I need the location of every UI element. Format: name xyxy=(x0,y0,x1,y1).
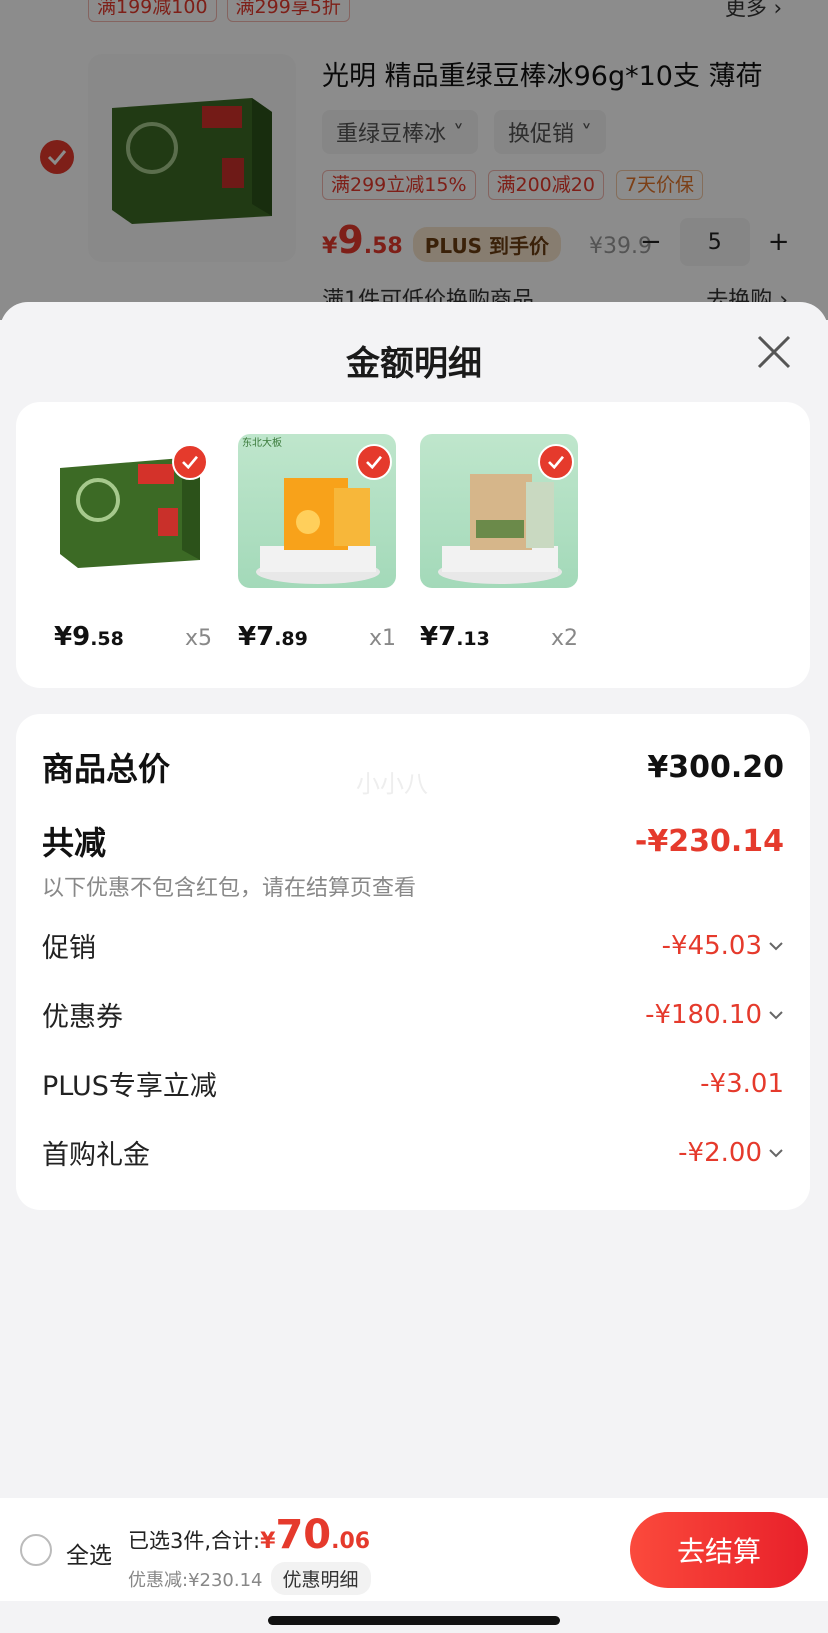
price-int: ¥9 xyxy=(54,622,91,652)
discount-row-plus: PLUS专享立减 -¥3.01 xyxy=(42,1064,784,1103)
discount-row-first-purchase[interactable]: 首购礼金 -¥2.00 xyxy=(42,1133,784,1172)
sheet-title: 金额明细 xyxy=(346,344,482,384)
product-price: ¥9.58 xyxy=(54,622,124,652)
total-int: 70 xyxy=(275,1512,332,1558)
discount-total-text: 优惠减:¥230.14 xyxy=(128,1569,263,1591)
product-item[interactable]: ¥7.13 x2 xyxy=(420,434,578,652)
total-discount-row: 共减 -¥230.14 xyxy=(42,818,784,864)
total-price-value: ¥300.20 xyxy=(647,749,784,785)
discount-label: PLUS专享立减 xyxy=(42,1071,217,1102)
product-item[interactable]: 东北大板 ¥7.89 x1 xyxy=(238,434,396,652)
discount-label: 首购礼金 xyxy=(42,1140,150,1171)
price-dec: .89 xyxy=(274,628,308,650)
total-price-label: 商品总价 xyxy=(42,750,171,788)
price-dec: .58 xyxy=(90,628,124,650)
check-icon xyxy=(182,455,199,469)
discount-value: -¥45.03 xyxy=(661,930,762,961)
checkout-bar: 全选 已选3件,合计: ¥ 70 .06 优惠减:¥230.14 优惠明细 去结… xyxy=(0,1498,828,1601)
discount-detail-button[interactable]: 优惠明细 xyxy=(270,1562,371,1595)
select-all-label[interactable]: 全选 xyxy=(66,1536,112,1570)
discount-row-coupon[interactable]: 优惠券 -¥180.10 xyxy=(42,995,784,1034)
selected-check xyxy=(538,444,574,480)
home-indicator[interactable] xyxy=(268,1616,560,1625)
chevron-down-icon[interactable] xyxy=(768,941,784,951)
price-int: ¥7 xyxy=(420,622,457,652)
modal-overlay[interactable] xyxy=(0,0,828,320)
discount-value: -¥3.01 xyxy=(700,1068,784,1099)
discount-value: -¥180.10 xyxy=(645,999,762,1030)
discount-value: -¥2.00 xyxy=(678,1137,762,1168)
product-item[interactable]: ¥9.58 x5 xyxy=(54,434,212,652)
discount-note: 以下优惠不包含红包，请在结算页查看 xyxy=(42,876,417,901)
select-all-checkbox[interactable] xyxy=(20,1534,52,1566)
selected-products-card: ¥9.58 x5 东北大板 ¥7.89 x1 ¥7.13 x2 xyxy=(16,402,810,688)
discount-summary: 优惠减:¥230.14 优惠明细 xyxy=(128,1562,371,1595)
svg-text:东北大板: 东北大板 xyxy=(242,436,282,449)
checkout-button[interactable]: 去结算 xyxy=(630,1512,808,1588)
selected-check xyxy=(172,444,208,480)
check-icon xyxy=(366,455,383,469)
total-dec: .06 xyxy=(331,1529,371,1554)
discount-label: 优惠券 xyxy=(42,1002,123,1033)
price-dec: .13 xyxy=(456,628,490,650)
total-summary: 已选3件,合计: ¥ 70 .06 xyxy=(128,1512,370,1558)
product-qty: x2 xyxy=(550,626,578,651)
product-qty: x1 xyxy=(368,626,396,651)
selected-count-text: 已选3件,合计: xyxy=(128,1529,261,1553)
price-int: ¥7 xyxy=(238,622,275,652)
discount-label: 促销 xyxy=(42,933,96,964)
product-thumbnail: 东北大板 xyxy=(238,434,396,588)
total-price-row: 商品总价 ¥300.20 xyxy=(42,744,784,790)
check-icon xyxy=(548,455,565,469)
chevron-down-icon[interactable] xyxy=(768,1148,784,1158)
close-icon[interactable] xyxy=(754,332,794,372)
price-summary-card: 小小八 商品总价 ¥300.20 共减 -¥230.14 以下优惠不包含红包，请… xyxy=(16,714,810,1210)
discount-row-promotion[interactable]: 促销 -¥45.03 xyxy=(42,926,784,965)
selected-check xyxy=(356,444,392,480)
product-qty: x5 xyxy=(184,626,212,651)
total-discount-value: -¥230.14 xyxy=(634,823,784,859)
chevron-down-icon[interactable] xyxy=(768,1010,784,1020)
product-thumbnail xyxy=(54,434,212,588)
total-discount-label: 共减 xyxy=(42,824,107,862)
product-thumbnail xyxy=(420,434,578,588)
product-price: ¥7.13 xyxy=(420,622,490,652)
product-price: ¥7.89 xyxy=(238,622,308,652)
total-currency: ¥ xyxy=(260,1529,276,1554)
